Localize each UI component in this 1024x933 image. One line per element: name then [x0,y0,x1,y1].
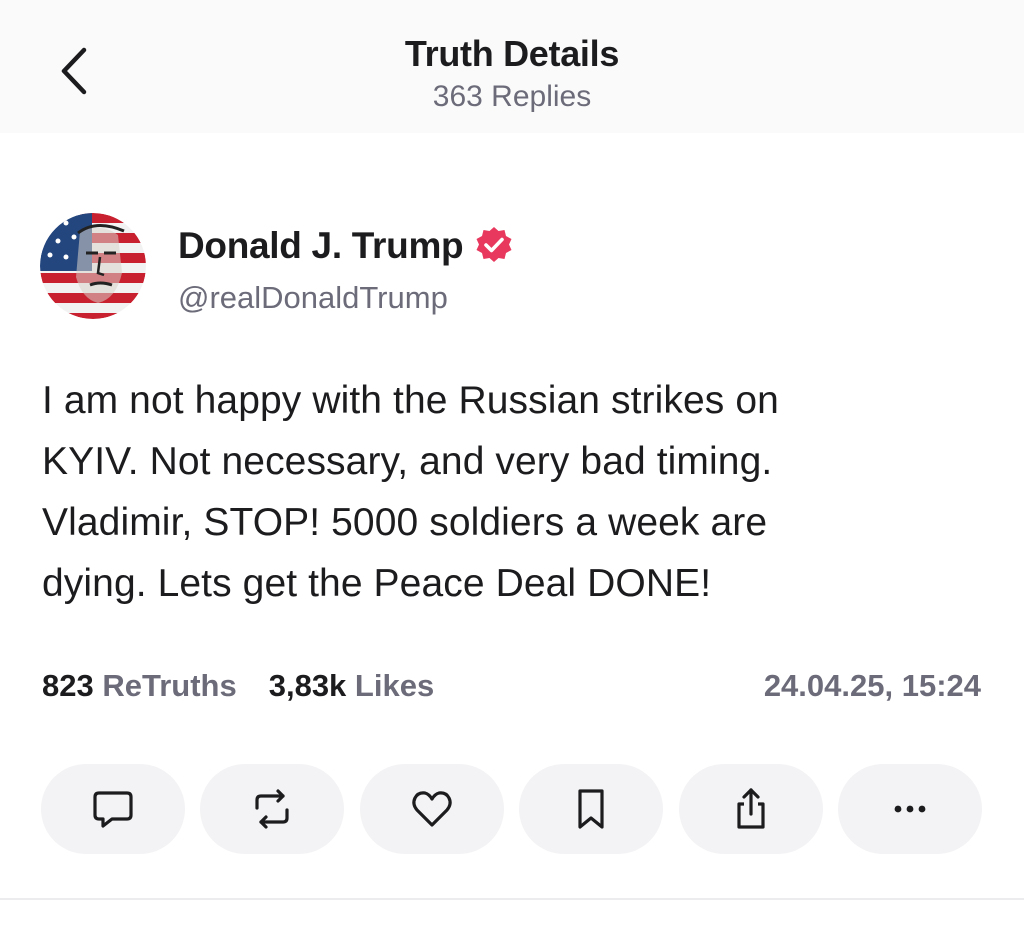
likes-stat[interactable]: 3,83k Likes [269,668,434,704]
author-handle[interactable]: @realDonaldTrump [178,280,448,316]
author-name[interactable]: Donald J. Trump [178,225,464,267]
verified-badge-icon [473,225,515,267]
divider [0,898,1024,900]
truth-details-screen: Truth Details 363 Replies Donald J. Trum… [0,0,1024,933]
heart-icon [409,786,455,832]
post-timestamp: 24.04.25, 15:24 [763,668,981,703]
repost-icon [249,786,295,832]
comment-icon [90,786,136,832]
retruths-label: ReTruths [102,668,237,703]
retruths-count: 823 [42,668,94,703]
avatar[interactable] [40,213,146,319]
likes-label: Likes [354,668,435,703]
more-button[interactable] [837,764,982,854]
retruth-button[interactable] [200,764,345,854]
replies-count[interactable]: 363 Replies [0,80,1024,114]
action-bar [41,764,982,854]
share-icon [728,786,774,832]
likes-count: 3,83k [268,668,347,703]
top-bar: Truth Details 363 Replies [0,0,1024,133]
reply-button[interactable] [41,764,185,854]
like-button[interactable] [359,764,504,854]
post-text: I am not happy with the Russian strikes … [42,379,779,605]
bookmark-button[interactable] [519,764,664,854]
bookmark-icon [568,786,614,832]
share-button[interactable] [678,764,823,854]
page-title: Truth Details [404,33,620,74]
post-stats: 823 ReTruths 3,83k Likes [42,668,434,704]
more-icon [887,786,933,832]
retruths-stat[interactable]: 823 ReTruths [42,668,237,704]
author-name-row: Donald J. Trump [178,225,515,267]
